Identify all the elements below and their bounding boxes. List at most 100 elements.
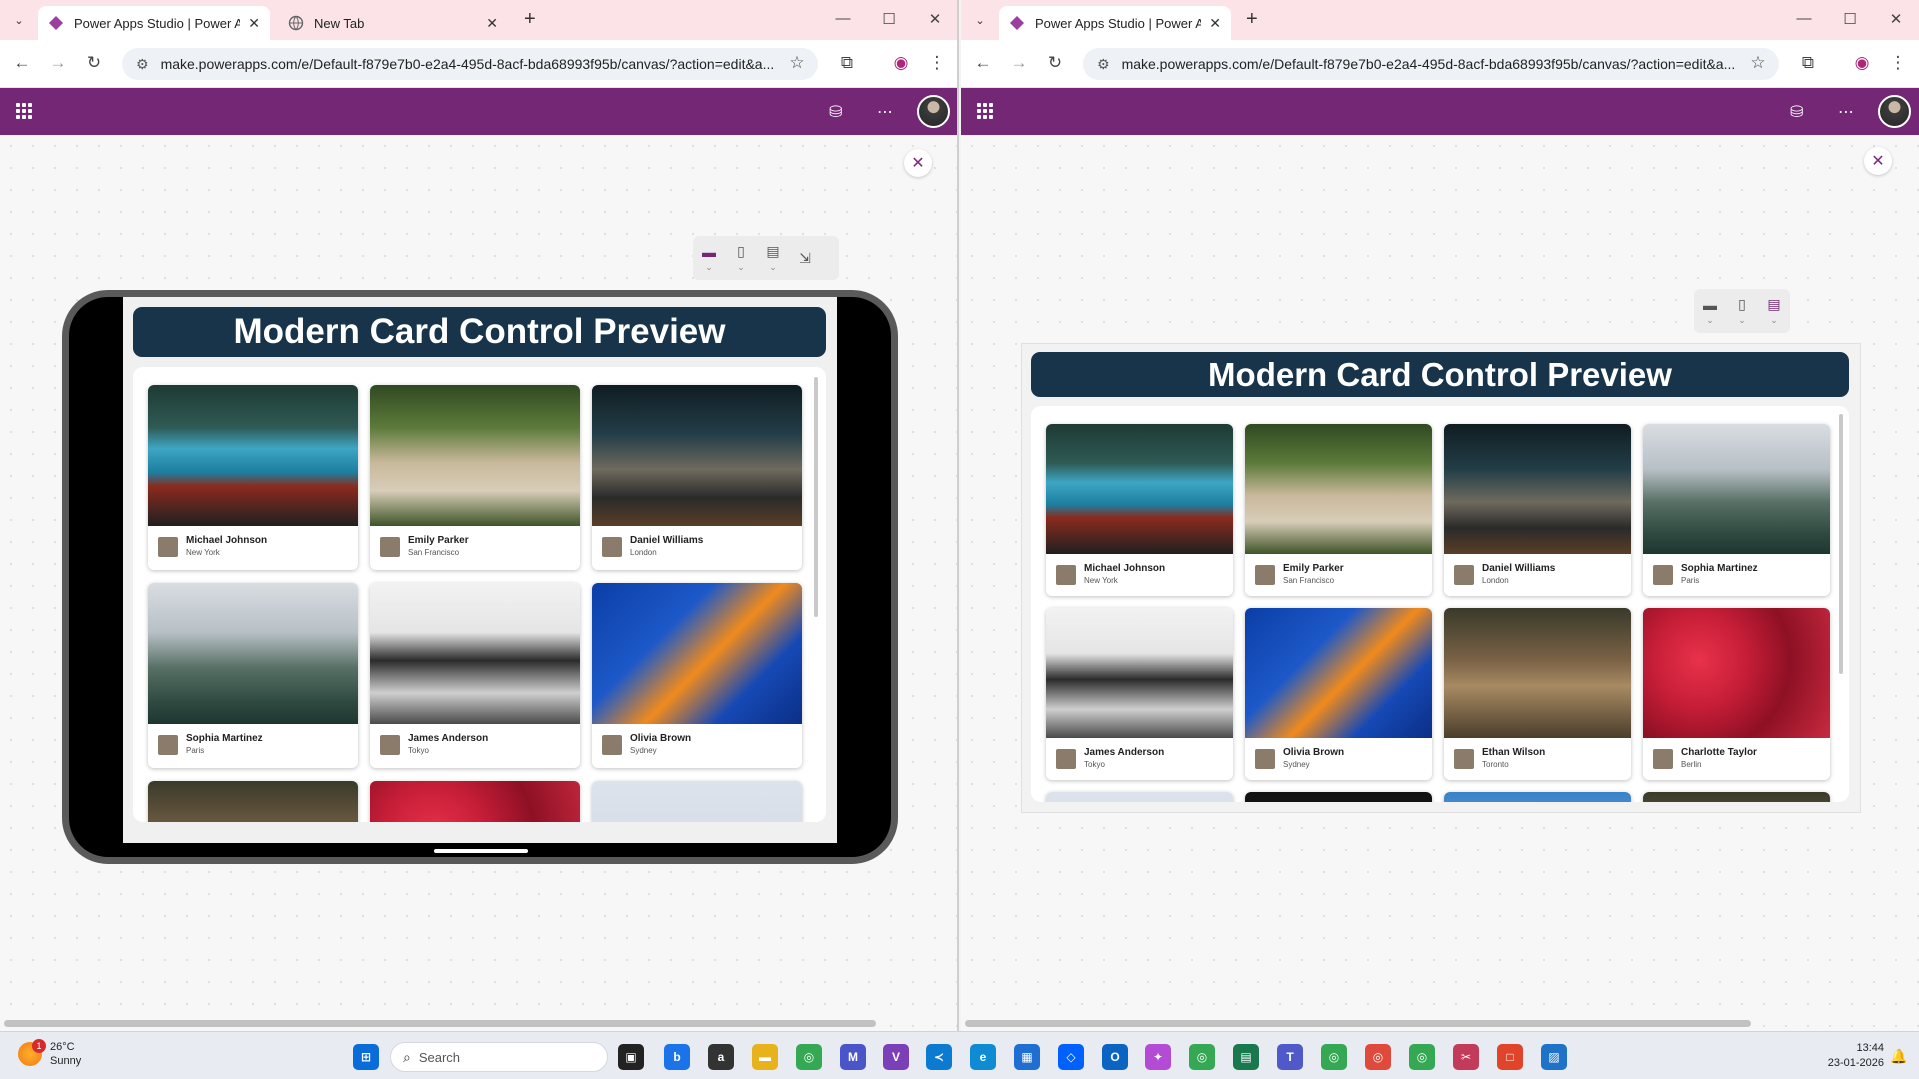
avatar[interactable] — [1878, 95, 1911, 128]
notepad-icon[interactable]: ▤ — [1233, 1044, 1259, 1070]
gallery-card[interactable]: Ethan Wilson Toronto — [1444, 608, 1631, 780]
gallery-scrollbar[interactable] — [814, 377, 818, 617]
gallery-card[interactable] — [370, 781, 580, 822]
microsoft-store-icon[interactable]: ▦ — [1014, 1044, 1040, 1070]
phone-view-icon[interactable]: ▯ ⌄ — [1726, 289, 1758, 333]
site-info-icon[interactable]: ⚙ — [1097, 56, 1110, 73]
tab-search-dropdown-icon[interactable]: ⌄ — [8, 9, 30, 31]
gallery-card[interactable] — [1643, 792, 1830, 802]
tab-new-tab[interactable]: New Tab ✕ — [278, 6, 508, 40]
photos-icon[interactable]: ▨ — [1541, 1044, 1567, 1070]
dropbox-icon[interactable]: ◇ — [1058, 1044, 1084, 1070]
site-info-icon[interactable]: ⚙ — [136, 56, 149, 73]
gallery-card[interactable] — [1245, 792, 1432, 802]
maximize-icon[interactable]: ☐ — [879, 10, 899, 28]
browser-menu-icon[interactable]: ⋮ — [926, 53, 948, 73]
web-view-icon[interactable]: ▤ ⌄ — [1758, 289, 1790, 333]
forward-icon[interactable]: → — [1008, 53, 1030, 73]
maximize-icon[interactable]: ☐ — [1840, 10, 1860, 28]
gallery-card[interactable]: Michael Johnson New York — [1046, 424, 1233, 596]
copilot-icon[interactable]: ✦ — [1145, 1044, 1171, 1070]
close-preview-button[interactable]: ✕ — [1864, 147, 1892, 175]
gallery-card[interactable]: Sophia Martinez Paris — [148, 583, 358, 768]
vscode-icon[interactable]: ≺ — [926, 1044, 952, 1070]
amazon-icon[interactable]: a — [708, 1044, 734, 1070]
chrome-icon[interactable]: ◎ — [796, 1044, 822, 1070]
tab-power-apps[interactable]: Power Apps Studio | Power Ap ✕ — [38, 6, 270, 40]
close-preview-button[interactable]: ✕ — [904, 149, 932, 177]
task-view-icon[interactable]: ▣ — [618, 1044, 644, 1070]
profile-icon[interactable]: ◉ — [890, 53, 912, 73]
chrome-icon[interactable]: ◎ — [1321, 1044, 1347, 1070]
gallery-card[interactable]: Emily Parker San Francisco — [1245, 424, 1432, 596]
back-icon[interactable]: ← — [972, 53, 994, 73]
reload-icon[interactable]: ↻ — [1044, 53, 1066, 73]
bookmark-star-icon[interactable]: ☆ — [1747, 53, 1769, 73]
chrome-icon[interactable]: ◎ — [1365, 1044, 1391, 1070]
new-tab-icon[interactable]: + — [1246, 9, 1258, 29]
gallery-card[interactable]: James Anderson Tokyo — [1046, 608, 1233, 780]
gallery-card[interactable]: Daniel Williams London — [592, 385, 802, 570]
tab-search-dropdown-icon[interactable]: ⌄ — [969, 9, 991, 31]
avatar[interactable] — [917, 95, 950, 128]
m365-icon[interactable]: M — [840, 1044, 866, 1070]
weather-widget[interactable]: 1 26°C Sunny — [18, 1039, 81, 1068]
chrome-icon[interactable]: ◎ — [1189, 1044, 1215, 1070]
phone-view-icon[interactable]: ▯ ⌄ — [725, 236, 757, 280]
browser-menu-icon[interactable]: ⋮ — [1887, 53, 1909, 73]
extensions-icon[interactable]: ⧉ — [836, 53, 858, 73]
card-gallery[interactable]: Michael Johnson New York Emily Parker San F… — [133, 367, 826, 822]
file-explorer-icon[interactable]: ▬ — [752, 1044, 778, 1070]
taskbar-search[interactable]: ⌕ Search — [390, 1042, 608, 1072]
fit-to-window-icon[interactable]: ⇲ — [789, 236, 821, 280]
windows-start-icon[interactable]: ⊞ — [353, 1044, 379, 1070]
outlook-icon[interactable]: O — [1102, 1044, 1128, 1070]
horizontal-scrollbar[interactable] — [4, 1020, 876, 1027]
gallery-card[interactable] — [592, 781, 802, 822]
minimize-icon[interactable]: — — [833, 10, 853, 27]
bing-icon[interactable]: b — [664, 1044, 690, 1070]
more-options-icon[interactable]: ⋯ — [877, 102, 893, 122]
back-icon[interactable]: ← — [11, 53, 33, 73]
edge-icon[interactable]: e — [970, 1044, 996, 1070]
reload-icon[interactable]: ↻ — [83, 53, 105, 73]
horizontal-scrollbar[interactable] — [965, 1020, 1751, 1027]
gallery-card[interactable]: Sophia Martinez Paris — [1643, 424, 1830, 596]
address-bar[interactable]: ⚙ make.powerapps.com/e/Default-f879e7b0-… — [122, 48, 818, 80]
gallery-card[interactable]: Emily Parker San Francisco — [370, 385, 580, 570]
snipping-tool-icon[interactable]: ✂ — [1453, 1044, 1479, 1070]
new-tab-icon[interactable]: + — [524, 9, 536, 29]
profile-icon[interactable]: ◉ — [1851, 53, 1873, 73]
system-clock[interactable]: 13:44 23-01-2026 — [1796, 1041, 1884, 1071]
gallery-scrollbar[interactable] — [1839, 414, 1843, 674]
gallery-card[interactable]: James Anderson Tokyo — [370, 583, 580, 768]
chrome-icon[interactable]: ◎ — [1409, 1044, 1435, 1070]
bookmark-star-icon[interactable]: ☆ — [786, 53, 808, 73]
visual-studio-icon[interactable]: V — [883, 1044, 909, 1070]
more-options-icon[interactable]: ⋯ — [1838, 102, 1854, 122]
app-launcher-icon[interactable] — [16, 103, 32, 119]
gallery-card[interactable]: Olivia Brown Sydney — [592, 583, 802, 768]
app-launcher-icon[interactable] — [977, 103, 993, 119]
gallery-card[interactable] — [1444, 792, 1631, 802]
environment-icon[interactable]: ⛁ — [1790, 102, 1803, 122]
card-gallery[interactable]: Michael Johnson New York Emily Parker San F… — [1031, 406, 1849, 802]
tablet-view-icon[interactable]: ▬ ⌄ — [1694, 289, 1726, 333]
tablet-view-icon[interactable]: ▬ ⌄ — [693, 236, 725, 280]
close-tab-icon[interactable]: ✕ — [248, 15, 260, 32]
gallery-card[interactable] — [148, 781, 358, 822]
close-window-icon[interactable]: ✕ — [925, 10, 945, 28]
forward-icon[interactable]: → — [47, 53, 69, 73]
office-icon[interactable]: □ — [1497, 1044, 1523, 1070]
notifications-bell-icon[interactable]: 🔔 — [1890, 1048, 1907, 1065]
gallery-card[interactable]: Olivia Brown Sydney — [1245, 608, 1432, 780]
environment-icon[interactable]: ⛁ — [829, 102, 842, 122]
gallery-card[interactable]: Charlotte Taylor Berlin — [1643, 608, 1830, 780]
close-tab-icon[interactable]: ✕ — [486, 15, 498, 32]
extensions-icon[interactable]: ⧉ — [1797, 53, 1819, 73]
teams-icon[interactable]: T — [1277, 1044, 1303, 1070]
minimize-icon[interactable]: — — [1794, 10, 1814, 27]
gallery-card[interactable]: Daniel Williams London — [1444, 424, 1631, 596]
close-tab-icon[interactable]: ✕ — [1209, 15, 1221, 32]
web-view-icon[interactable]: ▤ ⌄ — [757, 236, 789, 280]
